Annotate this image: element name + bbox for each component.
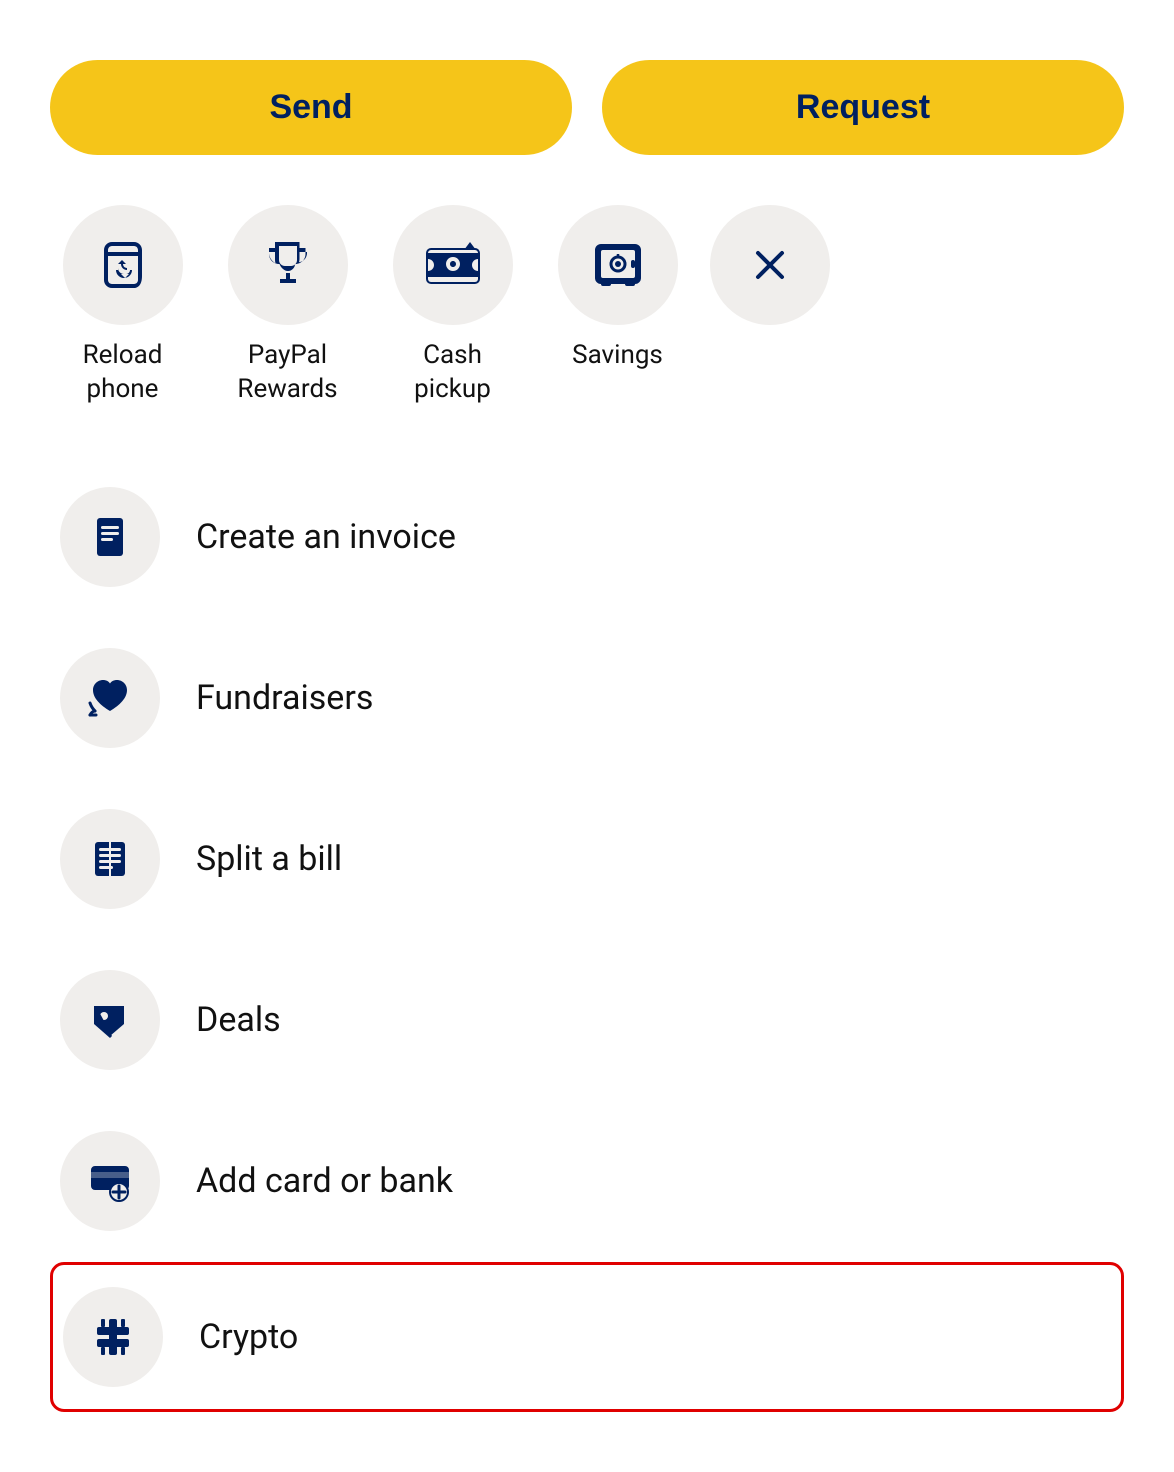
quick-actions-row: Reloadphone PayPalRewards Cashpickup: [50, 205, 1124, 407]
split-bill-circle: [60, 809, 160, 909]
safe-icon: [591, 238, 645, 292]
reload-phone-label: Reloadphone: [83, 339, 163, 407]
list-item-deals[interactable]: Deals: [50, 940, 1124, 1101]
close-circle: [710, 205, 830, 325]
close-icon: [750, 245, 790, 285]
split-bill-icon: [87, 836, 133, 882]
list-item-create-invoice[interactable]: Create an invoice: [50, 457, 1124, 618]
cash-pickup-circle: [393, 205, 513, 325]
reload-phone-circle: [63, 205, 183, 325]
savings-circle: [558, 205, 678, 325]
quick-action-savings[interactable]: Savings: [545, 205, 690, 373]
add-card-label: Add card or bank: [196, 1161, 453, 1201]
add-card-icon: [85, 1156, 135, 1206]
add-card-circle: [60, 1131, 160, 1231]
quick-action-paypal-rewards[interactable]: PayPalRewards: [215, 205, 360, 407]
crypto-circle: [63, 1287, 163, 1387]
trophy-icon: [261, 238, 315, 292]
phone-reload-icon: [96, 238, 150, 292]
quick-action-reload-phone[interactable]: Reloadphone: [50, 205, 195, 407]
list-item-crypto[interactable]: Crypto: [50, 1262, 1124, 1412]
crypto-label: Crypto: [199, 1317, 298, 1357]
quick-action-cash-pickup[interactable]: Cashpickup: [380, 205, 525, 407]
list-item-split-bill[interactable]: Split a bill: [50, 779, 1124, 940]
cash-pickup-label: Cashpickup: [414, 339, 491, 407]
list-item-fundraisers[interactable]: Fundraisers: [50, 618, 1124, 779]
send-button[interactable]: Send: [50, 60, 572, 155]
list-section: Create an invoice Fundraisers Spli: [50, 457, 1124, 1412]
invoice-circle: [60, 487, 160, 587]
fundraisers-label: Fundraisers: [196, 678, 373, 718]
deals-circle: [60, 970, 160, 1070]
savings-label: Savings: [572, 339, 663, 373]
fundraisers-circle: [60, 648, 160, 748]
split-bill-label: Split a bill: [196, 839, 342, 879]
invoice-icon: [87, 514, 133, 560]
paypal-rewards-label: PayPalRewards: [237, 339, 337, 407]
request-button[interactable]: Request: [602, 60, 1124, 155]
deals-label: Deals: [196, 1000, 281, 1040]
cash-pickup-icon: [424, 240, 482, 290]
paypal-rewards-circle: [228, 205, 348, 325]
fundraisers-icon: [85, 673, 135, 723]
quick-action-close[interactable]: [710, 205, 830, 325]
list-item-add-card[interactable]: Add card or bank: [50, 1101, 1124, 1262]
deals-icon: [86, 996, 134, 1044]
top-actions-container: Send Request: [50, 60, 1124, 155]
create-invoice-label: Create an invoice: [196, 517, 456, 557]
